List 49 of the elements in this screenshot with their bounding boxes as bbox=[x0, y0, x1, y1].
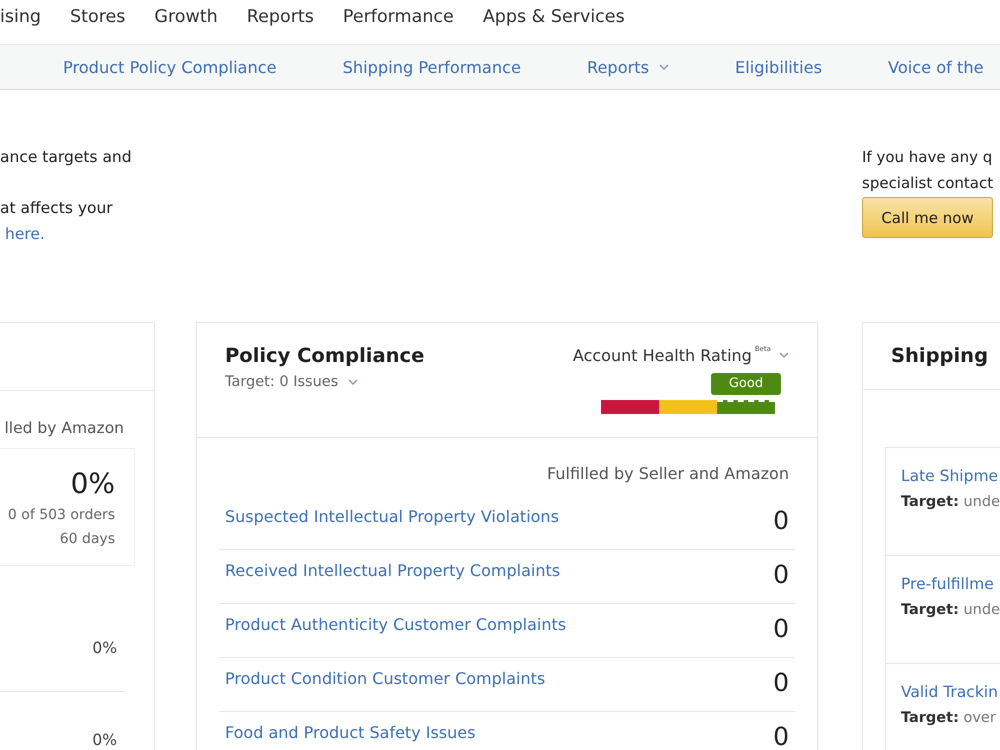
issue-count: 0 bbox=[773, 563, 789, 587]
rate-value: 0% bbox=[92, 638, 117, 658]
issue-link[interactable]: Received Intellectual Property Complaints bbox=[225, 561, 560, 581]
contact-text: specialist contact bbox=[862, 173, 994, 194]
top-nav-link[interactable]: Reports bbox=[246, 7, 314, 27]
caret-icon bbox=[659, 64, 670, 70]
card-title: Policy Compliance bbox=[225, 343, 424, 369]
metric-link[interactable]: Pre-fulfillme bbox=[900, 574, 994, 594]
call-me-now-button[interactable]: Call me now bbox=[862, 197, 993, 238]
sub-nav-link[interactable]: Shipping Performance bbox=[342, 58, 521, 76]
column-heading: Fulfilled by Seller and Amazon bbox=[547, 464, 789, 483]
caret-icon[interactable] bbox=[348, 379, 358, 385]
contact-text: If you have any q bbox=[862, 147, 992, 168]
target-label: Target: unde bbox=[900, 601, 1000, 620]
top-nav-link[interactable]: ising bbox=[0, 7, 42, 27]
intro-text: ance targets and bbox=[0, 147, 132, 168]
top-nav-link[interactable]: Apps & Services bbox=[482, 7, 625, 27]
period-label: 60 days bbox=[60, 530, 115, 549]
top-nav-link[interactable]: Growth bbox=[154, 7, 218, 27]
sub-nav-link[interactable]: Eligibilities bbox=[735, 58, 822, 76]
rating-label: Account Health Rating bbox=[572, 346, 752, 364]
sub-nav-link[interactable]: Reports bbox=[586, 58, 670, 76]
metric-link[interactable]: Late Shipme bbox=[900, 466, 998, 486]
metric-link[interactable]: Valid Trackin bbox=[900, 682, 998, 702]
target-label: Target: unde bbox=[900, 493, 1000, 512]
issue-count: 0 bbox=[773, 617, 789, 641]
status-badge: Good bbox=[710, 373, 781, 395]
top-nav-link[interactable]: Stores bbox=[70, 7, 126, 27]
intro-text: at affects your bbox=[0, 198, 113, 219]
issue-link[interactable]: Product Authenticity Customer Complaints bbox=[225, 615, 566, 635]
orders-count: 0 of 503 orders bbox=[8, 506, 115, 525]
issue-count: 0 bbox=[773, 671, 789, 695]
sub-nav-link[interactable]: Voice of the bbox=[888, 58, 984, 76]
issue-link[interactable]: Product Condition Customer Complaints bbox=[225, 669, 546, 689]
issue-count: 0 bbox=[773, 725, 789, 749]
issue-link[interactable]: Suspected Intellectual Property Violations bbox=[225, 507, 559, 527]
column-heading: lled by Amazon bbox=[4, 419, 124, 437]
card-title: Shipping bbox=[890, 344, 988, 367]
rate-value: 0% bbox=[70, 468, 115, 500]
top-nav-link[interactable]: Performance bbox=[342, 7, 454, 27]
target-label: Target: 0 Issues bbox=[225, 373, 338, 391]
here-link[interactable]: here. bbox=[0, 221, 45, 247]
rate-value: 0% bbox=[92, 730, 117, 750]
issue-link[interactable]: Food and Product Safety Issues bbox=[225, 723, 476, 743]
caret-icon[interactable] bbox=[778, 352, 789, 358]
sub-nav-link[interactable]: Product Policy Compliance bbox=[63, 58, 277, 76]
issue-count: 0 bbox=[773, 509, 789, 533]
beta-tag: Beta bbox=[754, 345, 771, 353]
target-label: Target: over bbox=[900, 709, 996, 728]
